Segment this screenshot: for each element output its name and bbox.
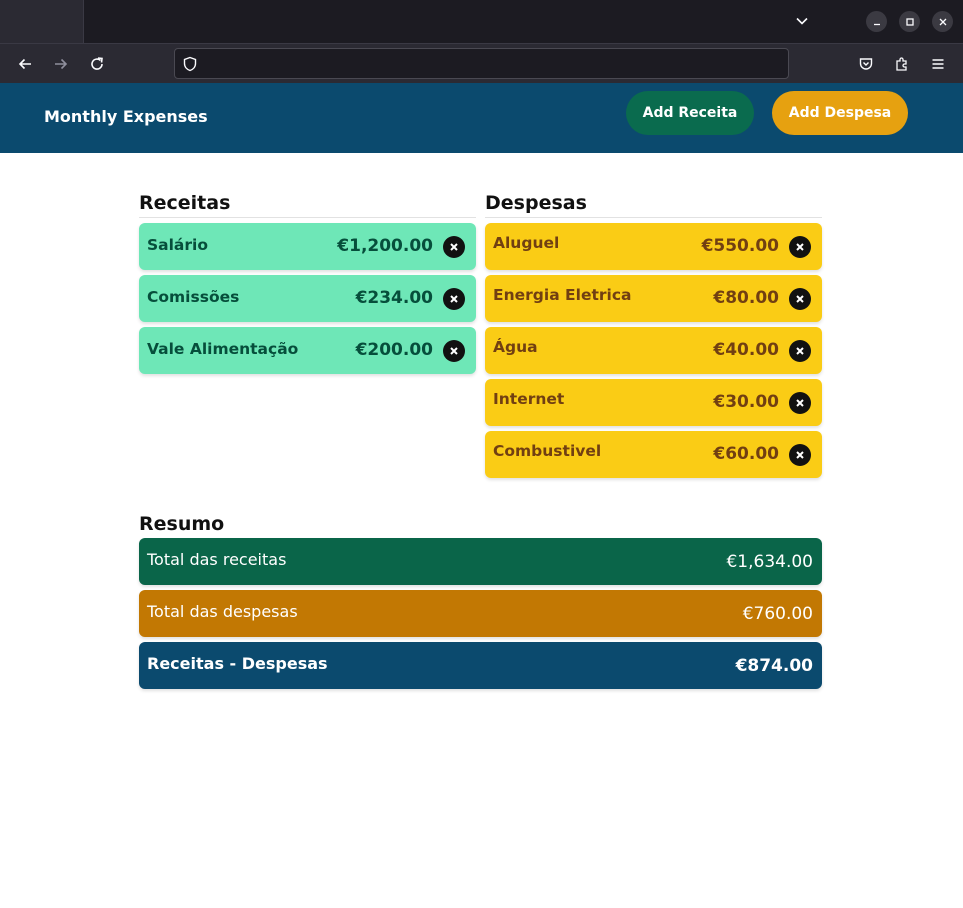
pocket-icon[interactable] xyxy=(854,52,878,76)
total-receitas-label: Total das receitas xyxy=(147,550,287,569)
minimize-icon[interactable] xyxy=(866,11,887,32)
despesa-name: Aluguel xyxy=(493,234,560,252)
receitas-heading: Receitas xyxy=(139,190,476,218)
delete-receita-button[interactable] xyxy=(443,236,465,258)
receita-name: Vale Alimentação xyxy=(147,340,299,358)
shield-icon[interactable] xyxy=(181,55,199,73)
receita-item: Comissões €234.00 xyxy=(139,275,476,322)
despesa-item: Aluguel €550.00 xyxy=(485,223,822,270)
receita-amount: €200.00 xyxy=(355,340,433,360)
delete-despesa-button[interactable] xyxy=(789,236,811,258)
delete-despesa-button[interactable] xyxy=(789,288,811,310)
despesa-item: Combustivel €60.00 xyxy=(485,431,822,478)
delete-despesa-button[interactable] xyxy=(789,444,811,466)
receita-item: Salário €1,200.00 xyxy=(139,223,476,270)
close-icon xyxy=(796,399,804,407)
close-icon[interactable] xyxy=(932,11,953,32)
despesas-heading: Despesas xyxy=(485,190,822,218)
receita-name: Salário xyxy=(147,236,209,254)
total-despesas-row: Total das despesas €760.00 xyxy=(139,590,822,637)
balance-value: €874.00 xyxy=(735,656,813,676)
resumo-section: Resumo Total das receitas €1,634.00 Tota… xyxy=(139,512,822,694)
despesa-amount: €60.00 xyxy=(713,444,779,464)
despesa-name: Internet xyxy=(493,390,565,408)
maximize-icon[interactable] xyxy=(899,11,920,32)
despesa-amount: €80.00 xyxy=(713,288,779,308)
total-receitas-value: €1,634.00 xyxy=(726,552,813,572)
receitas-section: Receitas Salário €1,200.00 Comissões €23… xyxy=(139,190,476,379)
close-icon xyxy=(796,243,804,251)
browser-tab[interactable] xyxy=(0,0,84,43)
despesa-amount: €40.00 xyxy=(713,340,779,360)
close-icon xyxy=(450,347,458,355)
close-icon xyxy=(450,243,458,251)
url-bar[interactable] xyxy=(174,48,789,79)
despesa-amount: €30.00 xyxy=(713,392,779,412)
receita-amount: €1,200.00 xyxy=(337,236,433,256)
balance-label: Receitas - Despesas xyxy=(147,654,328,673)
delete-despesa-button[interactable] xyxy=(789,392,811,414)
total-despesas-label: Total das despesas xyxy=(147,602,298,621)
balance-row: Receitas - Despesas €874.00 xyxy=(139,642,822,689)
chevron-down-icon[interactable] xyxy=(790,9,814,33)
close-icon xyxy=(796,451,804,459)
resumo-heading: Resumo xyxy=(139,513,225,535)
app-title: Monthly Expenses xyxy=(44,107,208,126)
total-despesas-value: €760.00 xyxy=(742,604,813,624)
receita-item: Vale Alimentação €200.00 xyxy=(139,327,476,374)
receita-amount: €234.00 xyxy=(355,288,433,308)
despesa-name: Água xyxy=(493,338,538,356)
despesas-section: Despesas Aluguel €550.00 Energia Eletric… xyxy=(485,190,822,483)
menu-icon[interactable] xyxy=(926,52,950,76)
despesa-item: Água €40.00 xyxy=(485,327,822,374)
receita-name: Comissões xyxy=(147,288,240,306)
close-icon xyxy=(796,295,804,303)
app-header: Monthly Expenses Add Receita Add Despesa xyxy=(0,83,963,153)
url-input[interactable] xyxy=(207,49,777,78)
forward-arrow-icon[interactable] xyxy=(49,52,73,76)
delete-despesa-button[interactable] xyxy=(789,340,811,362)
delete-receita-button[interactable] xyxy=(443,288,465,310)
add-despesa-button[interactable]: Add Despesa xyxy=(772,91,908,135)
extensions-icon[interactable] xyxy=(890,52,914,76)
reload-icon[interactable] xyxy=(85,52,109,76)
delete-receita-button[interactable] xyxy=(443,340,465,362)
back-arrow-icon[interactable] xyxy=(13,52,37,76)
despesa-amount: €550.00 xyxy=(701,236,779,256)
despesa-item: Internet €30.00 xyxy=(485,379,822,426)
despesa-name: Combustivel xyxy=(493,442,602,460)
close-icon xyxy=(796,347,804,355)
browser-titlebar xyxy=(0,0,963,43)
close-icon xyxy=(450,295,458,303)
total-receitas-row: Total das receitas €1,634.00 xyxy=(139,538,822,585)
browser-toolbar xyxy=(0,43,963,83)
despesa-name: Energia Eletrica xyxy=(493,286,632,304)
add-receita-button[interactable]: Add Receita xyxy=(626,91,754,135)
despesa-item: Energia Eletrica €80.00 xyxy=(485,275,822,322)
